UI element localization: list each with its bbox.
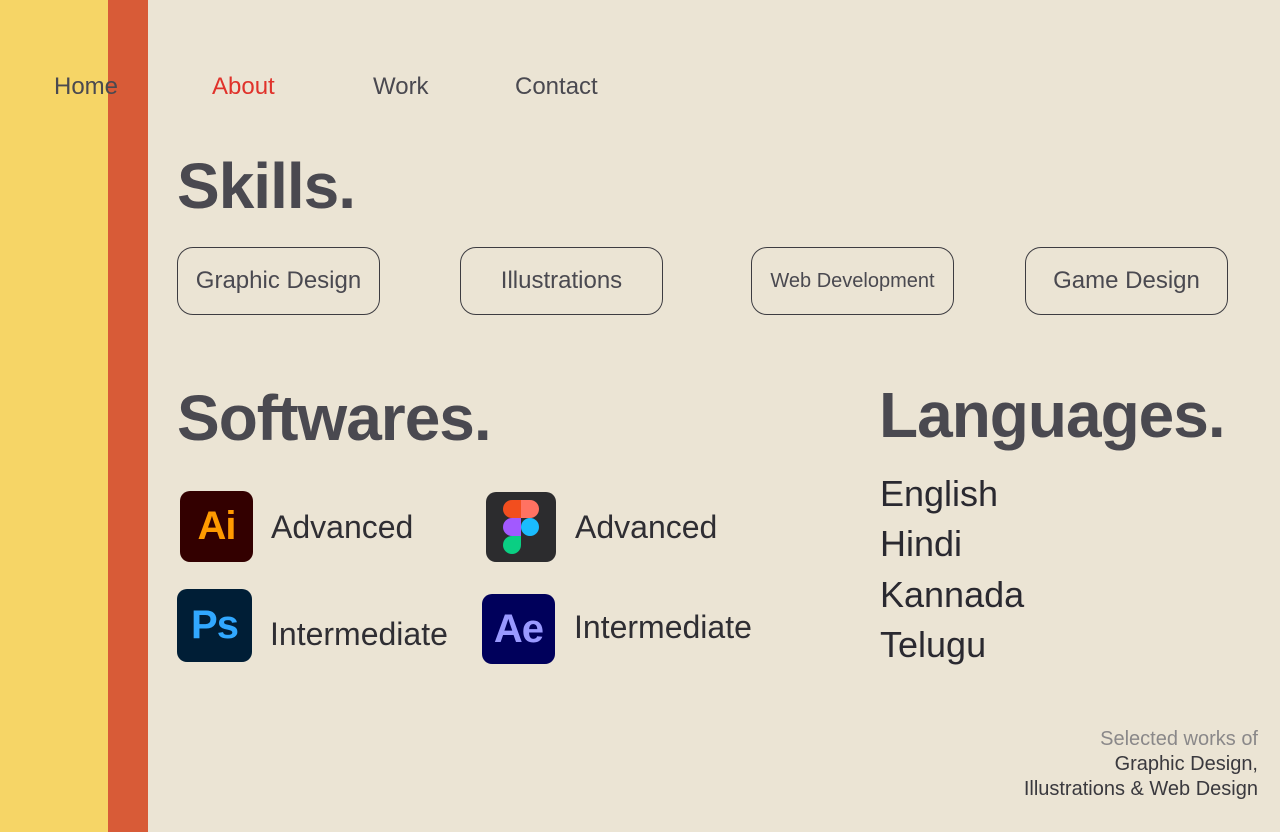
language-telugu: Telugu — [880, 624, 987, 665]
softwares-heading: Softwares. — [177, 382, 492, 454]
after-effects-abbr: Ae — [493, 606, 544, 651]
skill-pill-illustrations: Illustrations — [460, 247, 663, 315]
figma-logo-icon — [503, 500, 539, 554]
adobe-photoshop-icon: Ps — [177, 589, 252, 662]
skill-label: Graphic Design — [195, 267, 362, 294]
skill-label: Web Development — [770, 269, 935, 292]
language-english: English — [880, 473, 999, 514]
nav-about[interactable]: About — [212, 72, 275, 102]
illustrator-abbr: Ai — [197, 504, 237, 548]
language-hindi: Hindi — [880, 523, 963, 564]
skills-heading: Skills. — [177, 150, 356, 222]
nav-contact[interactable]: Contact — [515, 72, 598, 102]
languages-heading: Languages. — [879, 379, 1226, 451]
footer-line-3: Illustrations & Web Design — [1023, 778, 1258, 800]
footer-line-2: Graphic Design, — [1114, 753, 1258, 775]
left-stripe-yellow — [0, 0, 108, 832]
photoshop-abbr: Ps — [191, 603, 239, 647]
language-kannada: Kannada — [880, 574, 1025, 615]
skill-pill-graphic-design: Graphic Design — [177, 247, 380, 315]
figma-level: Advanced — [575, 509, 718, 545]
figma-icon — [486, 492, 556, 562]
left-stripe-orange — [108, 0, 148, 832]
footer-line-1: Selected works of — [1100, 728, 1258, 750]
after-effects-level: Intermediate — [574, 609, 752, 645]
nav-work[interactable]: Work — [373, 72, 429, 102]
skill-label: Illustrations — [500, 267, 623, 294]
skill-label: Game Design — [1053, 267, 1200, 294]
skill-pill-game-design: Game Design — [1025, 247, 1228, 315]
skill-pill-web-development: Web Development — [751, 247, 954, 315]
illustrator-level: Advanced — [271, 509, 414, 545]
adobe-after-effects-icon: Ae — [482, 594, 555, 664]
nav-home[interactable]: Home — [54, 72, 118, 102]
adobe-illustrator-icon: Ai — [180, 491, 253, 562]
photoshop-level: Intermediate — [270, 616, 448, 652]
